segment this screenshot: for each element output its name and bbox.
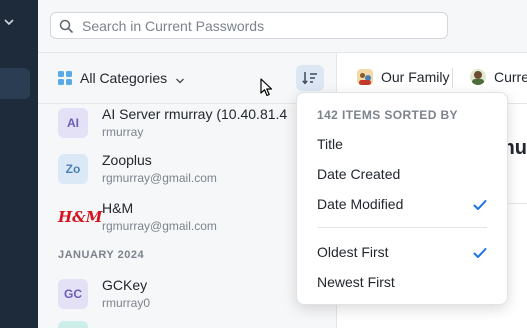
sort-order-oldest-first[interactable]: Oldest First bbox=[317, 244, 389, 260]
sort-icon bbox=[302, 72, 317, 85]
item-title: Zooplus bbox=[102, 152, 152, 168]
vault-icon bbox=[470, 69, 486, 85]
top-bar: Search in Current Passwords bbox=[38, 0, 527, 53]
item-subtitle: rgmurray@gmail.com bbox=[102, 171, 217, 185]
vault-label: Our Family bbox=[381, 69, 450, 85]
sidebar bbox=[0, 0, 38, 328]
item-title: AI Server rmurray (10.40.81.4 bbox=[102, 106, 288, 122]
sort-option-date-modified[interactable]: Date Modified bbox=[317, 196, 403, 212]
chevron-down-icon[interactable] bbox=[3, 16, 15, 28]
search-placeholder: Search in Current Passwords bbox=[82, 18, 265, 34]
chevron-down-icon bbox=[175, 73, 185, 84]
cursor-icon bbox=[260, 78, 274, 98]
search-icon bbox=[59, 19, 73, 33]
sort-option-date-created[interactable]: Date Created bbox=[317, 166, 400, 182]
menu-divider bbox=[317, 227, 487, 228]
divider bbox=[452, 68, 453, 88]
item-subtitle: rgmurray@gmail.com bbox=[102, 219, 217, 233]
category-bar: All Categories bbox=[38, 53, 336, 104]
sort-menu: 142 ITEMS SORTED BY Title Date Created D… bbox=[296, 92, 508, 305]
vault-chip[interactable]: Our Family bbox=[357, 69, 449, 85]
avatar: Zo bbox=[58, 154, 88, 184]
section-header: JANUARY 2024 bbox=[58, 249, 145, 261]
category-filter-label: All Categories bbox=[80, 70, 168, 86]
sort-button[interactable] bbox=[296, 65, 324, 91]
checkmark-icon bbox=[473, 246, 487, 258]
checkmark-icon bbox=[473, 198, 487, 210]
sort-option-title[interactable]: Title bbox=[317, 136, 343, 152]
vault-icon bbox=[357, 69, 373, 85]
sidebar-active-item[interactable] bbox=[0, 68, 30, 99]
sort-order-newest-first[interactable]: Newest First bbox=[317, 274, 395, 290]
item-title: GCKey bbox=[102, 277, 148, 293]
avatar bbox=[58, 321, 88, 328]
sort-menu-header: 142 ITEMS SORTED BY bbox=[317, 108, 458, 122]
search-input[interactable]: Search in Current Passwords bbox=[50, 12, 448, 39]
item-list-panel: All Categories AI AI Server rmurray (10.… bbox=[38, 53, 337, 328]
hm-logo: H&M bbox=[58, 208, 103, 226]
vault-chip[interactable]: Curre bbox=[470, 69, 527, 85]
avatar: GC bbox=[58, 279, 88, 309]
item-title: H&M bbox=[102, 200, 134, 216]
item-subtitle: rmurray bbox=[102, 125, 144, 139]
item-subtitle: rmurray0 bbox=[102, 296, 151, 310]
category-grid-icon bbox=[58, 71, 72, 85]
vault-label: Curre bbox=[494, 69, 527, 85]
category-filter-button[interactable]: All Categories bbox=[58, 69, 185, 87]
avatar: AI bbox=[58, 108, 88, 138]
